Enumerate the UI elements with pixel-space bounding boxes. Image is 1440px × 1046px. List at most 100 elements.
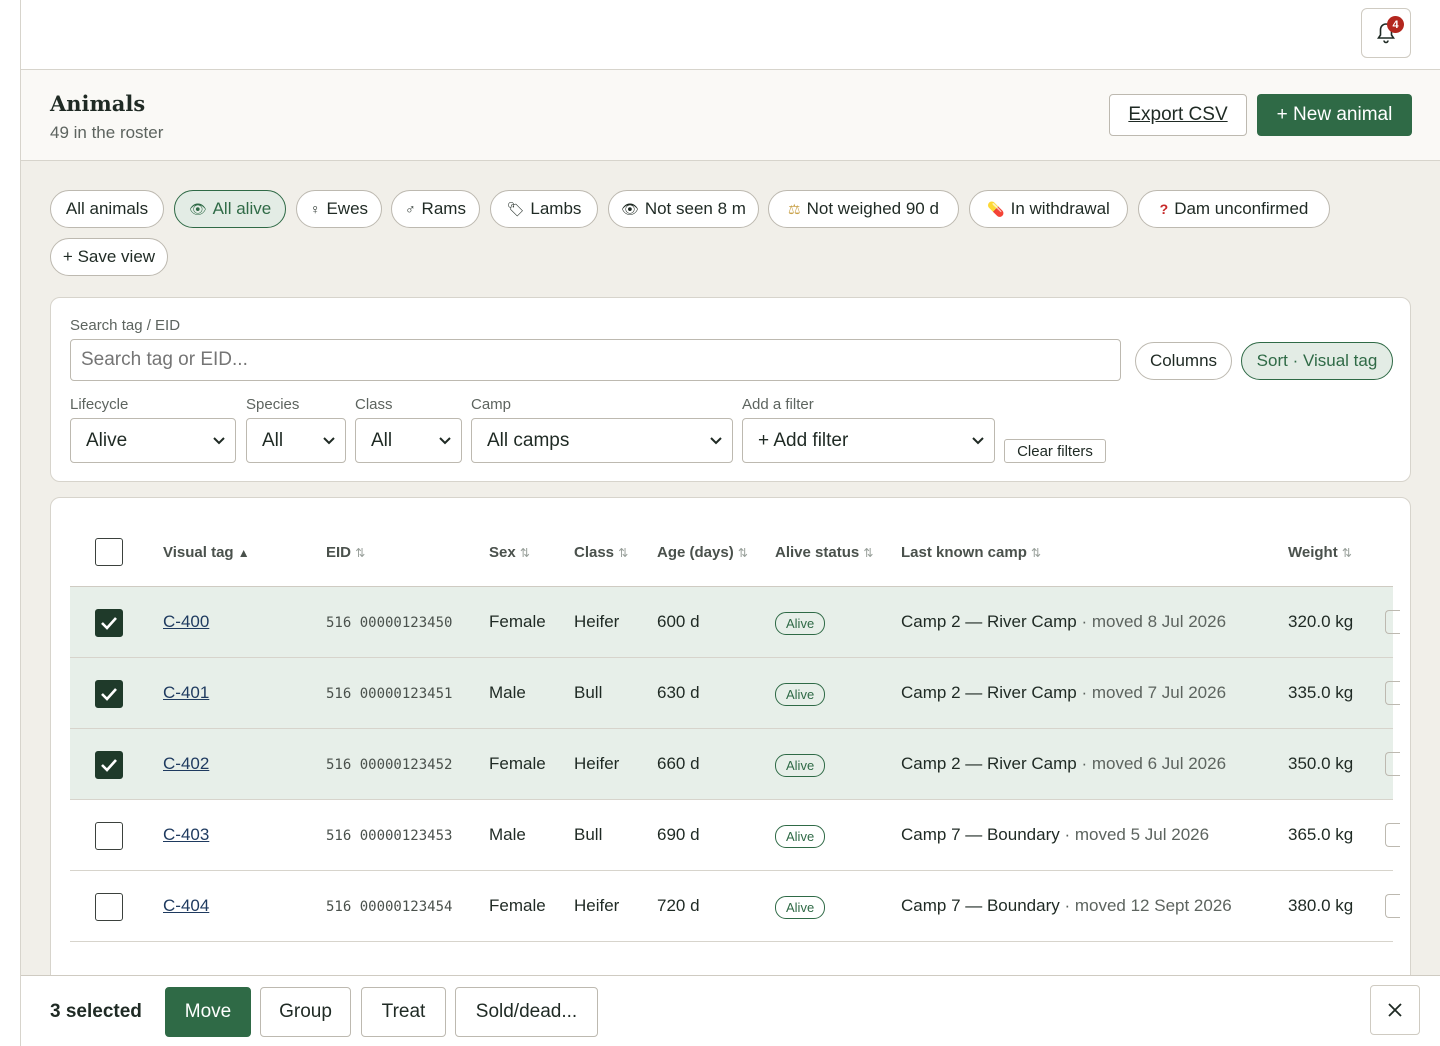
table-row[interactable]: C-404 516 00000123454 Female Heifer 720 d Ali… — [70, 871, 1400, 942]
sort-icon: ⇅ — [737, 546, 748, 560]
sort-icon: ⇅ — [519, 546, 530, 560]
column-header-alive-status[interactable]: Alive status ⇅ — [775, 544, 873, 561]
close-icon — [1388, 1003, 1402, 1017]
column-label: Class — [574, 544, 615, 561]
chip-in-withdrawal[interactable]: 💊 In withdrawal — [969, 190, 1128, 228]
move-button[interactable]: Move — [165, 987, 251, 1037]
column-header-age[interactable]: Age (days) ⇅ — [657, 544, 748, 561]
last-camp-cell: Camp 2 — River Camp · moved 7 Jul 2026 — [901, 683, 1226, 703]
chevron-down-icon — [439, 436, 451, 444]
chevron-down-icon — [710, 436, 722, 444]
weight-cell: 380.0 kg — [1288, 896, 1354, 915]
chip-ewes[interactable]: ♀ Ewes — [296, 190, 382, 228]
row-checkbox[interactable] — [95, 893, 123, 921]
page-subtitle: 49 in the roster — [50, 123, 164, 142]
treat-button[interactable]: Treat — [361, 987, 446, 1037]
select-all-checkbox[interactable] — [95, 538, 123, 566]
visual-tag-link[interactable]: C-402 — [163, 754, 209, 774]
chip-label: Lambs — [530, 199, 582, 218]
weight-cell: 350.0 kg — [1288, 754, 1354, 773]
chip-all-alive[interactable]: 👁 All alive — [174, 190, 286, 228]
column-header-eid[interactable]: EID ⇅ — [326, 544, 365, 561]
sort-button[interactable]: Sort · Visual tag — [1241, 342, 1393, 380]
chip-all-animals[interactable]: All animals — [50, 190, 164, 228]
add-filter-label: Add a filter — [742, 396, 814, 413]
table-row[interactable]: C-403 516 00000123453 Male Bull 690 d Alive Ca… — [70, 800, 1400, 871]
age-cell: 630 d — [657, 683, 700, 702]
eid-cell: 516 00000123453 — [326, 828, 453, 844]
add-filter-value: + Add filter — [758, 429, 849, 451]
column-label: Age (days) — [657, 544, 734, 561]
row-action-edge[interactable] — [1385, 894, 1400, 918]
lifecycle-select[interactable]: Alive — [70, 418, 236, 463]
add-filter-select[interactable]: + Add filter — [742, 418, 995, 463]
chip-not-seen[interactable]: 👁 Not seen 8 m — [608, 190, 759, 228]
class-value: All — [371, 429, 393, 451]
chip-label: Rams — [421, 199, 466, 218]
sex-cell: Female — [489, 754, 546, 773]
row-action-edge[interactable] — [1385, 610, 1400, 634]
weight-cell: 335.0 kg — [1288, 683, 1354, 702]
last-camp-cell: Camp 7 — Boundary · moved 12 Sept 2026 — [901, 896, 1232, 916]
sold-dead-button[interactable]: Sold/dead... — [455, 987, 598, 1037]
row-action-edge[interactable] — [1385, 681, 1400, 705]
class-cell: Bull — [574, 683, 603, 702]
table-row[interactable]: C-400 516 00000123450 Female Heifer 600 d Ali… — [70, 587, 1400, 658]
table-row[interactable]: C-402 516 00000123452 Female Heifer 660 d Ali… — [70, 729, 1400, 800]
animals-table: Visual tag ▲ EID ⇅ Sex ⇅ Class ⇅ Age (da… — [50, 497, 1411, 1017]
new-animal-button[interactable]: + New animal — [1257, 94, 1412, 136]
row-checkbox[interactable] — [95, 751, 123, 779]
visual-tag-link[interactable]: C-401 — [163, 683, 209, 703]
export-csv-button[interactable]: Export CSV — [1109, 94, 1247, 136]
columns-button[interactable]: Columns — [1135, 342, 1232, 380]
visual-tag-link[interactable]: C-404 — [163, 896, 209, 916]
column-label: Weight — [1288, 544, 1338, 561]
chip-rams[interactable]: ♂ Rams — [391, 190, 480, 228]
table-row[interactable]: C-401 516 00000123451 Male Bull 630 d Alive Ca… — [70, 658, 1400, 729]
species-select[interactable]: All — [246, 418, 346, 463]
sex-cell: Female — [489, 896, 546, 915]
male-icon: ♂ — [405, 201, 416, 217]
checkmark-icon — [101, 759, 117, 772]
visual-tag-link[interactable]: C-403 — [163, 825, 209, 845]
left-edge — [0, 0, 21, 1046]
column-header-weight[interactable]: Weight ⇅ — [1288, 544, 1352, 561]
row-checkbox[interactable] — [95, 822, 123, 850]
chip-not-weighed[interactable]: ⚖ Not weighed 90 d — [768, 190, 959, 228]
close-bulk-bar-button[interactable] — [1370, 985, 1420, 1035]
save-view-button[interactable]: + Save view — [50, 238, 168, 276]
species-value: All — [262, 429, 284, 451]
row-checkbox[interactable] — [95, 609, 123, 637]
chip-lambs[interactable]: 🏷 Lambs — [490, 190, 598, 228]
bulk-action-bar: 3 selected Move Group Treat Sold/dead... — [21, 975, 1440, 1046]
column-header-sex[interactable]: Sex ⇅ — [489, 544, 530, 561]
clear-filters-button[interactable]: Clear filters — [1004, 439, 1106, 463]
last-camp-cell: Camp 7 — Boundary · moved 5 Jul 2026 — [901, 825, 1209, 845]
chip-label: Not seen 8 m — [644, 199, 746, 218]
eye-icon: 👁 — [188, 200, 207, 217]
chevron-down-icon — [972, 436, 984, 444]
search-input[interactable] — [70, 339, 1121, 381]
chip-dam-unconfirmed[interactable]: ? Dam unconfirmed — [1138, 190, 1330, 228]
female-icon: ♀ — [309, 201, 321, 217]
eid-cell: 516 00000123452 — [326, 757, 453, 773]
moved-date: · moved 8 Jul 2026 — [1076, 612, 1227, 631]
scale-icon: ⚖ — [788, 200, 801, 217]
row-checkbox[interactable] — [95, 680, 123, 708]
row-action-edge[interactable] — [1385, 752, 1400, 776]
class-select[interactable]: All — [355, 418, 462, 463]
chip-label: All alive — [212, 199, 272, 218]
camp-select[interactable]: All camps — [471, 418, 733, 463]
column-header-last-camp[interactable]: Last known camp ⇅ — [901, 544, 1041, 561]
visual-tag-link[interactable]: C-400 — [163, 612, 209, 632]
status-badge: Alive — [775, 683, 826, 706]
notifications-button[interactable]: 4 — [1361, 8, 1411, 58]
group-button[interactable]: Group — [260, 987, 351, 1037]
search-label: Search tag / EID — [70, 317, 181, 334]
row-action-edge[interactable] — [1385, 823, 1400, 847]
column-header-visual-tag[interactable]: Visual tag ▲ — [163, 544, 250, 561]
moved-date: · moved 5 Jul 2026 — [1059, 825, 1210, 844]
column-header-class[interactable]: Class ⇅ — [574, 544, 628, 561]
camp-name: Camp 2 — River Camp — [901, 612, 1077, 631]
eid-cell: 516 00000123454 — [326, 899, 453, 915]
